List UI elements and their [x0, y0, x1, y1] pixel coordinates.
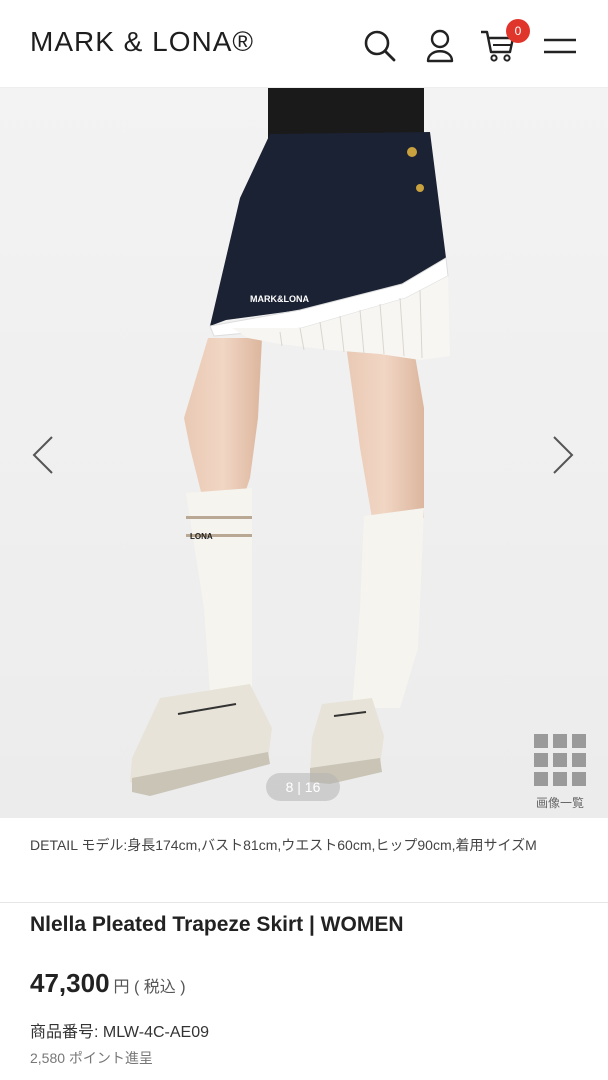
section-divider: [0, 902, 608, 903]
chevron-left-icon[interactable]: [28, 433, 58, 477]
product-image-gallery[interactable]: LONA MARK&LONA 8 | 16 画像一覧: [0, 88, 608, 818]
image-list-label: 画像一覧: [535, 796, 584, 810]
site-header: MARK & LONA® 0: [0, 0, 608, 88]
chevron-right-icon[interactable]: [548, 433, 578, 477]
skirt-brand-text: MARK&LONA: [250, 294, 309, 304]
product-sku: 商品番号: MLW-4C-AE09: [30, 1024, 209, 1041]
product-photo: LONA MARK&LONA: [0, 88, 608, 818]
search-icon[interactable]: [360, 26, 400, 66]
sock-logo: LONA: [190, 532, 213, 541]
product-title: Nlella Pleated Trapeze Skirt | WOMEN: [30, 913, 404, 936]
brand-logo[interactable]: MARK & LONA®: [30, 26, 254, 58]
hamburger-menu-icon[interactable]: [540, 26, 580, 66]
reward-points: 2,580 ポイント進呈: [30, 1050, 153, 1066]
product-price: 47,300: [30, 968, 110, 998]
model-detail-text: DETAIL モデル:身長174cm,バスト81cm,ウエスト60cm,ヒップ9…: [30, 837, 537, 853]
price-tax-note: 円 ( 税込 ): [113, 979, 186, 996]
image-list-button[interactable]: 画像一覧: [530, 734, 590, 814]
user-icon[interactable]: [420, 26, 460, 66]
cart-count-badge: 0: [506, 19, 530, 43]
price-row: 47,300 円 ( 税込 ): [30, 968, 186, 999]
grid-icon: [534, 734, 586, 786]
image-counter: 8 | 16: [266, 773, 340, 801]
